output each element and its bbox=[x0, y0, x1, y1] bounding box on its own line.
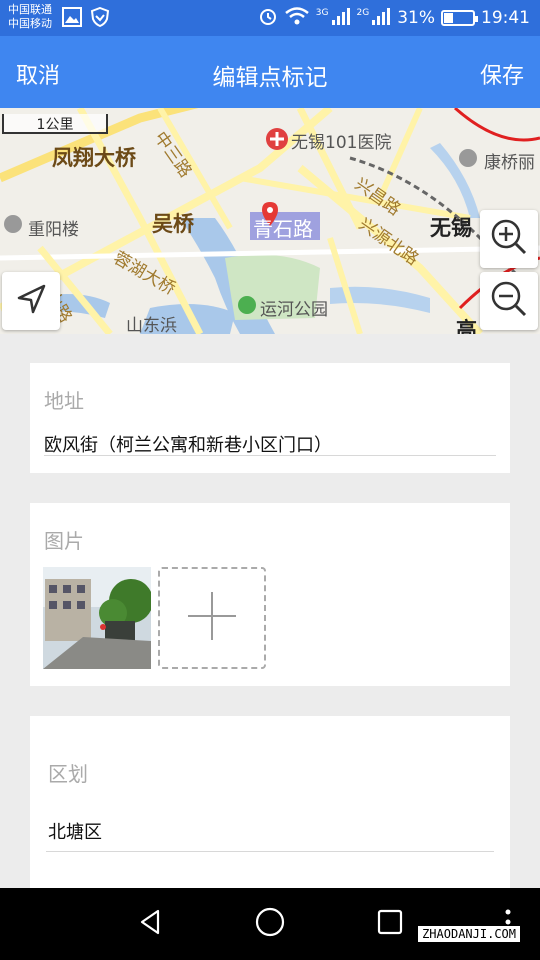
zoom-in-button[interactable] bbox=[480, 210, 538, 268]
status-bar: 中国联通 中国移动 3G 2G 31% 19:41 bbox=[0, 0, 540, 36]
zoom-in-icon bbox=[490, 218, 528, 260]
battery-percent: 31% bbox=[397, 8, 435, 28]
map-label-yunhe: 运河公园 bbox=[260, 300, 328, 320]
clock: 19:41 bbox=[481, 8, 530, 28]
back-triangle-icon bbox=[136, 908, 164, 940]
address-field[interactable]: 欧风街（柯兰公寓和新巷小区门口） bbox=[44, 431, 332, 457]
recents-square-icon bbox=[376, 908, 404, 940]
home-button[interactable] bbox=[252, 906, 288, 942]
zoom-out-icon bbox=[490, 280, 528, 322]
map-scale: 1公里 bbox=[2, 114, 108, 134]
district-card: 区划 北塘区 bbox=[30, 716, 510, 888]
address-card: 地址 欧风街（柯兰公寓和新巷小区门口） bbox=[30, 363, 510, 473]
shield-icon bbox=[90, 6, 110, 31]
signal-icon-1 bbox=[331, 6, 351, 31]
map-label-shandong: 山东浜 bbox=[126, 316, 177, 334]
save-button[interactable]: 保存 bbox=[480, 58, 524, 90]
map-label-kangqiao: 康桥丽 bbox=[484, 153, 535, 173]
navigation-arrow-icon bbox=[14, 282, 48, 320]
image-label: 图片 bbox=[44, 529, 84, 553]
wifi-icon bbox=[284, 6, 310, 31]
network-type-2: 2G bbox=[356, 8, 370, 18]
page-title: 编辑点标记 bbox=[212, 65, 328, 91]
alarm-icon bbox=[258, 6, 278, 31]
signal-icon-2 bbox=[371, 6, 391, 31]
photo-thumbnail[interactable] bbox=[43, 567, 151, 669]
carrier-info: 中国联通 中国移动 bbox=[8, 3, 52, 31]
recents-button[interactable] bbox=[372, 906, 408, 942]
home-circle-icon bbox=[255, 907, 285, 941]
district-field[interactable]: 北塘区 bbox=[48, 818, 102, 844]
back-button[interactable] bbox=[132, 906, 168, 942]
system-nav-bar: ZHAODANJI.COM bbox=[0, 888, 540, 960]
map-label-qingshi: 青石路 bbox=[253, 217, 313, 241]
address-label: 地址 bbox=[44, 389, 84, 413]
image-card: 图片 bbox=[30, 503, 510, 686]
network-type-1: 3G bbox=[315, 8, 329, 18]
district-label: 区划 bbox=[48, 762, 88, 786]
carrier-1: 中国联通 bbox=[8, 3, 52, 16]
add-photo-button[interactable] bbox=[158, 567, 266, 669]
app-bar: 取消 编辑点标记 保存 bbox=[0, 36, 540, 108]
district-underline bbox=[46, 851, 494, 852]
map-view[interactable]: 1公里 凤翔大桥 中三路 无锡101医院 兴昌路 康桥丽 重阳楼 吴桥 青石路 … bbox=[0, 108, 540, 334]
map-label-fengxiang: 凤翔大桥 bbox=[52, 146, 136, 170]
plus-icon bbox=[186, 590, 238, 646]
gallery-icon bbox=[62, 7, 82, 31]
map-label-hospital: 无锡101医院 bbox=[291, 133, 392, 153]
carrier-2: 中国移动 bbox=[8, 17, 52, 30]
map-label-chongyang: 重阳楼 bbox=[28, 220, 79, 240]
zoom-out-button[interactable] bbox=[480, 272, 538, 330]
map-label-wuqiao: 吴桥 bbox=[152, 212, 194, 236]
battery-fill bbox=[444, 13, 453, 23]
watermark: ZHAODANJI.COM bbox=[418, 926, 520, 942]
map-label-wuxi: 无锡 bbox=[430, 216, 472, 240]
map-label-gao: 高 bbox=[456, 318, 477, 334]
address-underline bbox=[44, 455, 496, 456]
locate-button[interactable] bbox=[2, 272, 60, 330]
battery-icon bbox=[441, 10, 478, 26]
